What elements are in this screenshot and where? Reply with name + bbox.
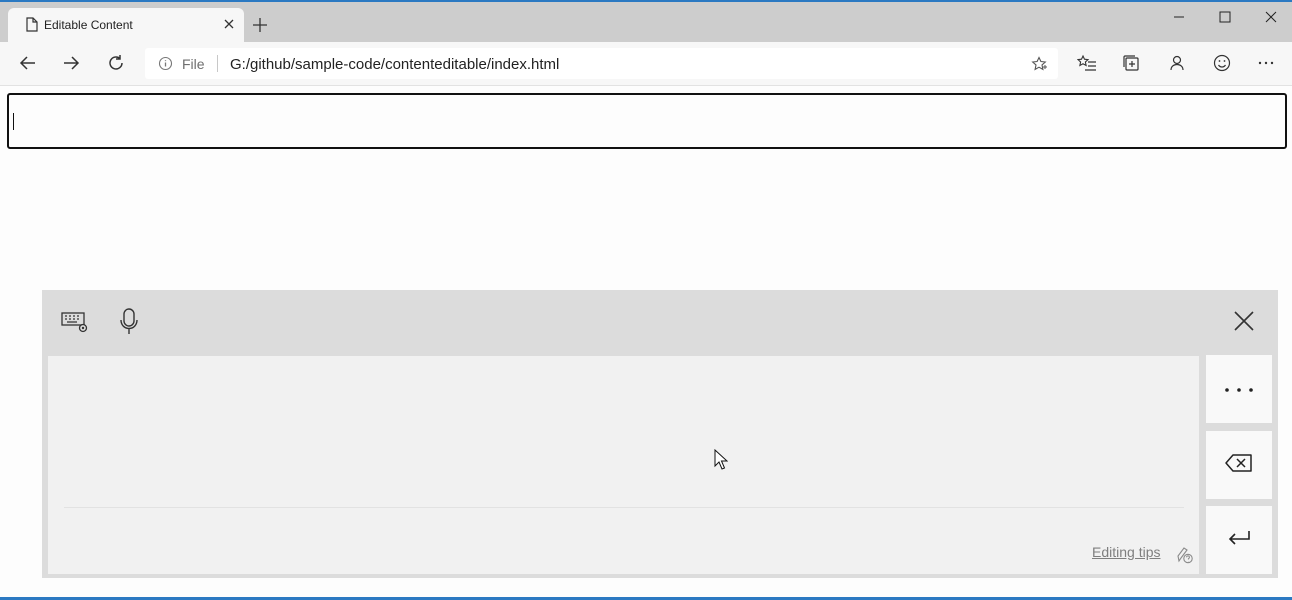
profile-icon[interactable] [1168,54,1186,77]
more-dots-icon [1224,380,1254,398]
pen-help-icon[interactable] [1176,546,1194,569]
back-arrow-icon[interactable] [19,54,37,77]
favorites-icon[interactable] [1076,54,1097,77]
enter-key[interactable] [1206,506,1272,574]
writing-baseline [64,507,1184,508]
maximize-icon[interactable] [1219,10,1231,28]
text-caret [13,113,14,130]
backspace-key[interactable] [1206,431,1272,499]
collections-icon[interactable] [1122,54,1140,77]
keyboard-settings-icon[interactable] [61,310,89,339]
tab-strip: Editable Content [0,2,1292,42]
more-options-key[interactable] [1206,355,1272,423]
enter-icon [1227,529,1251,552]
close-icon[interactable] [1233,310,1255,337]
backspace-icon [1225,453,1253,478]
refresh-icon[interactable] [107,54,125,77]
address-separator [217,55,218,72]
address-bar[interactable]: File G:/github/sample-code/contenteditab… [145,48,1058,79]
forward-arrow-icon[interactable] [62,54,80,77]
url-text[interactable]: G:/github/sample-code/contenteditable/in… [230,56,559,73]
handwriting-panel: Editing tips [42,290,1278,578]
microphone-icon[interactable] [119,308,139,341]
info-icon[interactable] [158,56,173,76]
page-icon [26,17,38,37]
scheme-label: File [182,56,205,72]
minimize-icon[interactable] [1173,10,1185,28]
tab-title: Editable Content [44,18,133,32]
star-icon[interactable] [1031,56,1047,77]
more-icon[interactable] [1257,54,1275,77]
close-icon[interactable] [222,17,236,36]
tab-editable-content[interactable]: Editable Content [8,8,244,42]
browser-toolbar: File G:/github/sample-code/contenteditab… [0,42,1292,86]
mouse-cursor-icon [714,448,729,476]
handwriting-canvas[interactable]: Editing tips [48,356,1199,574]
plus-icon[interactable] [252,17,268,38]
contenteditable-box[interactable] [7,93,1287,149]
window-close-icon[interactable] [1265,10,1277,28]
editing-tips-link[interactable]: Editing tips [1092,544,1160,560]
emoji-icon[interactable] [1213,54,1231,77]
